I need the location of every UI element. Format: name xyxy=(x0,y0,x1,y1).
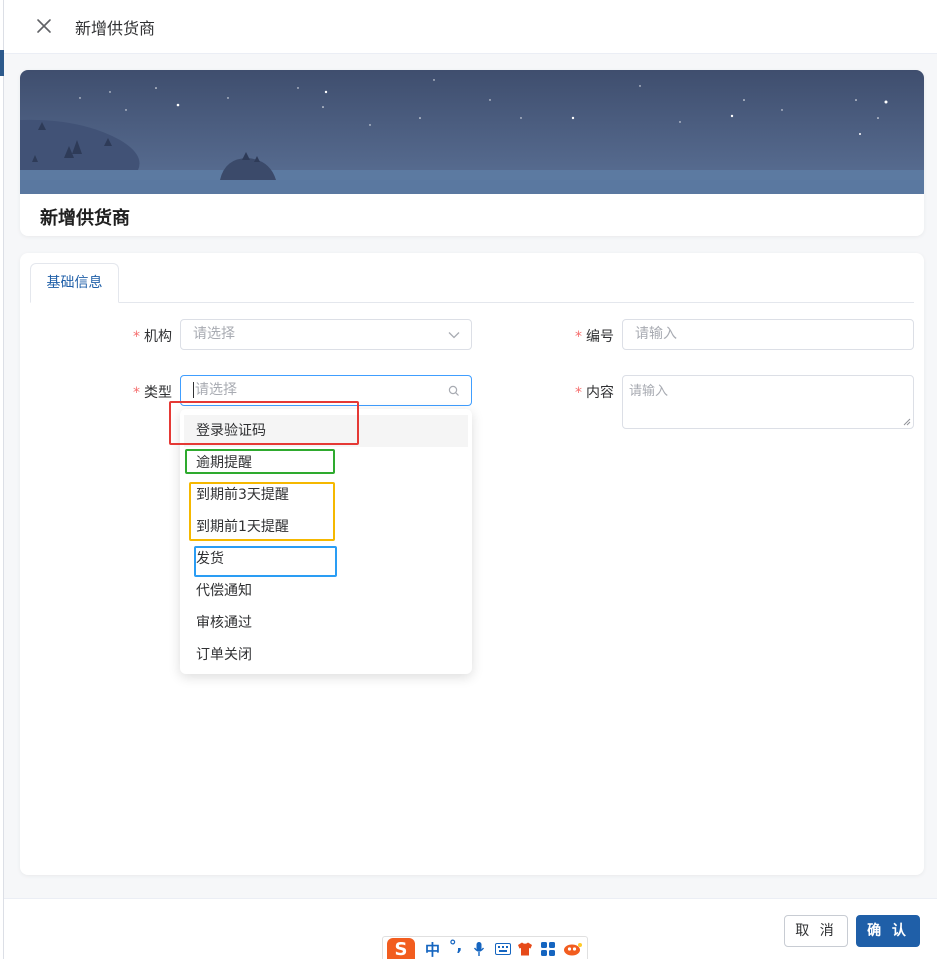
tabs-divider xyxy=(30,302,914,303)
dropdown-option[interactable]: 代偿通知 xyxy=(184,575,468,607)
type-select[interactable]: 请选择 xyxy=(180,375,472,406)
skin-shirt-icon[interactable] xyxy=(517,942,533,956)
required-asterisk: * xyxy=(133,385,140,401)
banner-title: 新增供货商 xyxy=(40,208,130,229)
dropdown-option[interactable]: 订单关闭 xyxy=(184,639,468,671)
keyboard-icon[interactable] xyxy=(495,943,511,955)
type-select-placeholder: 请选择 xyxy=(195,382,237,398)
tab-basic-info[interactable]: 基础信息 xyxy=(30,263,119,303)
banner-card: 新增供货商 xyxy=(20,70,924,236)
required-asterisk: * xyxy=(575,329,582,345)
ime-punctuation-toggle[interactable]: °, xyxy=(449,937,462,955)
confirm-button[interactable]: 确 认 xyxy=(856,915,920,947)
text-caret xyxy=(193,382,194,398)
dropdown-option[interactable]: 发货 xyxy=(184,543,468,575)
close-icon[interactable] xyxy=(32,14,56,38)
night-sky-banner-image xyxy=(20,70,924,194)
ime-logo[interactable]: S xyxy=(387,938,415,959)
code-input[interactable]: 请输入 xyxy=(622,319,914,350)
dropdown-option[interactable]: 到期前1天提醒 xyxy=(184,511,468,543)
apps-grid-icon[interactable] xyxy=(541,942,555,956)
resize-handle-icon[interactable] xyxy=(903,418,911,426)
content-textarea[interactable]: 请输入 xyxy=(622,375,914,429)
org-select-placeholder: 请选择 xyxy=(193,326,235,342)
cancel-button[interactable]: 取 消 xyxy=(784,915,848,947)
content-textarea-placeholder: 请输入 xyxy=(629,384,669,399)
required-asterisk: * xyxy=(575,385,582,401)
dropdown-option[interactable]: 登录验证码 xyxy=(184,415,468,447)
org-label: * 机构 xyxy=(133,329,172,345)
chevron-down-icon xyxy=(448,332,460,339)
required-asterisk: * xyxy=(133,329,140,345)
drawer-title: 新增供货商 xyxy=(75,19,156,38)
dropdown-option[interactable]: 审核通过 xyxy=(184,607,468,639)
mascot-icon[interactable] xyxy=(563,942,583,956)
code-label: * 编号 xyxy=(575,329,614,345)
ime-language-toggle[interactable]: 中 xyxy=(425,939,440,959)
microphone-icon[interactable] xyxy=(473,941,485,957)
ime-toolbar: S 中 °, xyxy=(382,936,588,959)
content-label: * 内容 xyxy=(575,385,614,401)
drawer: 新增供货商 新增供货商 基础信息 * 机构 请选择 * 编号 请输入 * 类型 … xyxy=(4,0,937,959)
code-input-placeholder: 请输入 xyxy=(635,326,677,342)
org-select[interactable]: 请选择 xyxy=(180,319,472,350)
search-icon xyxy=(448,385,459,396)
dropdown-option[interactable]: 到期前3天提醒 xyxy=(184,479,468,511)
type-dropdown-menu: 登录验证码 逾期提醒 到期前3天提醒 到期前1天提醒 发货 代偿通知 审核通过 … xyxy=(180,409,472,674)
dropdown-option[interactable]: 逾期提醒 xyxy=(184,447,468,479)
drawer-header: 新增供货商 xyxy=(4,0,937,54)
type-label: * 类型 xyxy=(133,385,172,401)
